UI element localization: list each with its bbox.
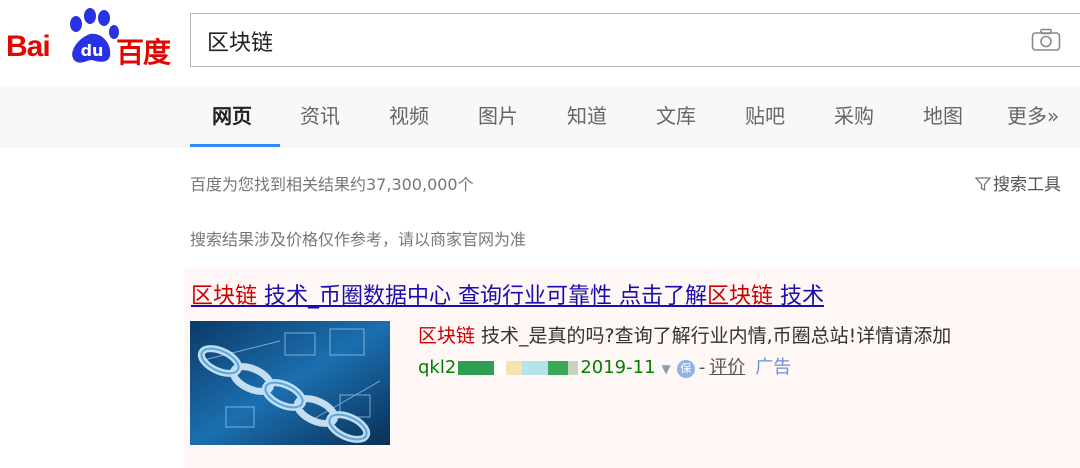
ad-description: 区块链 技术_是真的吗?查询了解行业内情,币圈总站!详情请添加 — [418, 321, 951, 348]
baidu-logo[interactable]: Bai du 百度 — [6, 6, 178, 69]
paw-logo-icon: du — [70, 8, 119, 63]
review-link[interactable]: 评价 — [709, 357, 745, 378]
result-count: 百度为您找到相关结果约37,300,000个 — [190, 175, 474, 194]
camera-icon[interactable] — [1031, 28, 1061, 52]
search-tabs: 网页 资讯 视频 图片 知道 文库 贴吧 采购 地图 更多» — [0, 86, 1080, 148]
tab-video[interactable]: 视频 — [389, 100, 429, 129]
tab-news[interactable]: 资讯 — [300, 100, 340, 129]
protection-badge-icon[interactable]: 保 — [676, 360, 695, 378]
ad-result: 区块链 技术_币圈数据中心 查询行业可靠性 点击了解区块链 技术 区块链 技术_… — [184, 268, 1080, 468]
redacted-block — [506, 361, 523, 375]
ad-desc-keyword: 区块链 — [418, 325, 476, 347]
tab-web[interactable]: 网页 — [212, 100, 252, 129]
header: Bai du 百度 — [0, 0, 1080, 86]
search-tools-label: 搜索工具 — [993, 175, 1061, 195]
tab-zhidao[interactable]: 知道 — [567, 100, 607, 129]
redacted-block — [458, 361, 495, 375]
ad-title-text: 技术_币圈数据中心 查询行业可靠性 点击了解 — [257, 284, 707, 309]
search-tools-button[interactable]: 搜索工具 — [975, 170, 1061, 195]
ad-title-keyword: 区块链 — [191, 284, 258, 309]
tab-map[interactable]: 地图 — [923, 100, 963, 129]
logo-text-bai: Bai — [6, 30, 51, 63]
ad-desc-text: 技术_是真的吗?查询了解行业内情,币圈总站!详情请添加 — [475, 325, 952, 347]
tab-wenku[interactable]: 文库 — [656, 100, 696, 129]
redacted-block — [494, 361, 507, 375]
ad-title-keyword: 区块链 — [707, 284, 774, 309]
search-box[interactable] — [190, 13, 1080, 67]
active-tab-indicator — [190, 144, 280, 147]
ad-label: 广告 — [755, 357, 792, 378]
meta-separator: - — [698, 357, 706, 378]
tab-tieba[interactable]: 贴吧 — [745, 100, 785, 129]
logo-text-du: du — [81, 41, 104, 60]
ad-meta-line: qkl2 2019-11 ▼ 保 - 评价 广告 — [418, 353, 791, 379]
redacted-block — [548, 361, 569, 375]
logo-text-cn: 百度 — [116, 36, 171, 69]
ad-thumbnail-image[interactable] — [190, 321, 390, 445]
tab-images[interactable]: 图片 — [478, 100, 518, 129]
price-disclaimer: 搜索结果涉及价格仅作参考，请以商家官网为准 — [190, 230, 527, 249]
dropdown-arrow-icon[interactable]: ▼ — [662, 362, 671, 376]
ad-title-text: 技术 — [773, 284, 825, 309]
redacted-block — [522, 361, 549, 375]
search-input[interactable] — [205, 24, 1009, 58]
filter-icon — [975, 177, 991, 192]
ad-url-date: 2019-11 — [580, 357, 656, 378]
ad-title-link[interactable]: 区块链 技术_币圈数据中心 查询行业可靠性 点击了解区块链 技术 — [191, 278, 824, 310]
tab-more[interactable]: 更多» — [1007, 100, 1059, 129]
ad-url-prefix[interactable]: qkl2 — [418, 357, 456, 378]
tab-caigou[interactable]: 采购 — [834, 100, 874, 129]
redacted-block — [568, 361, 579, 375]
